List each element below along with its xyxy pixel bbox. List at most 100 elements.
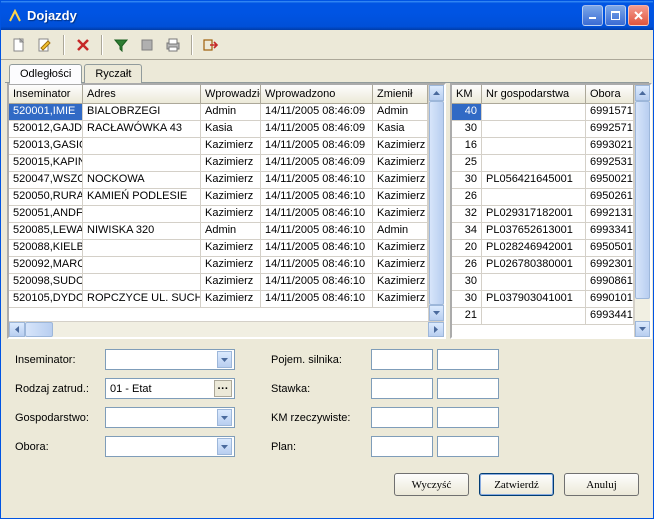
table-cell[interactable]: 6992531: [586, 155, 634, 172]
table-cell[interactable]: 14/11/2005 08:46:10: [261, 223, 373, 240]
input-plan-a[interactable]: [371, 436, 433, 457]
table-cell[interactable]: NIWISKA 320: [83, 223, 201, 240]
table-row[interactable]: 520088,KIELBKazimierz14/11/2005 08:46:10…: [9, 240, 428, 257]
table-row[interactable]: 16 6993021: [452, 138, 634, 155]
table-cell[interactable]: 14/11/2005 08:46:10: [261, 291, 373, 308]
table-cell[interactable]: BIALOBRZEGI: [83, 104, 201, 121]
table-cell[interactable]: [83, 274, 201, 291]
column-header[interactable]: Adres: [83, 85, 201, 103]
table-cell[interactable]: 25: [452, 155, 482, 172]
table-cell[interactable]: PL056421645001: [482, 172, 586, 189]
table-row[interactable]: 520051,ANDFKazimierz14/11/2005 08:46:10K…: [9, 206, 428, 223]
table-cell[interactable]: [83, 257, 201, 274]
table-cell[interactable]: 6992301: [586, 257, 634, 274]
table-cell[interactable]: 21: [452, 308, 482, 325]
table-row[interactable]: 520015,KAPINKazimierz14/11/2005 08:46:09…: [9, 155, 428, 172]
table-cell[interactable]: Kazimierz: [373, 138, 428, 155]
table-cell[interactable]: 520047,WSZO: [9, 172, 83, 189]
table-cell[interactable]: 40: [452, 104, 482, 121]
new-button[interactable]: [7, 33, 31, 57]
table-cell[interactable]: 6992131: [586, 206, 634, 223]
stop-button[interactable]: [135, 33, 159, 57]
table-cell[interactable]: 14/11/2005 08:46:10: [261, 274, 373, 291]
table-row[interactable]: 34PL0376526130016993341: [452, 223, 634, 240]
maximize-button[interactable]: [605, 5, 626, 26]
column-header[interactable]: Nr gospodarstwa: [482, 85, 586, 103]
table-cell[interactable]: 520013,GASIO: [9, 138, 83, 155]
table-row[interactable]: 520012,GAJDRACŁAWÓWKA 43Kasia14/11/2005 …: [9, 121, 428, 138]
table-row[interactable]: 30PL0564216450016950021: [452, 172, 634, 189]
table-cell[interactable]: Admin: [201, 223, 261, 240]
scroll-up-icon[interactable]: [635, 85, 650, 101]
combo-obora[interactable]: [105, 436, 235, 457]
hscrollbar[interactable]: [9, 321, 444, 337]
table-cell[interactable]: 14/11/2005 08:46:09: [261, 104, 373, 121]
table-cell[interactable]: 32: [452, 206, 482, 223]
table-cell[interactable]: 520092,MARC: [9, 257, 83, 274]
table-cell[interactable]: 520085,LEWA: [9, 223, 83, 240]
input-stawka-a[interactable]: [371, 378, 433, 399]
table-row[interactable]: 20PL0282469420016950501: [452, 240, 634, 257]
vscrollbar[interactable]: [634, 85, 650, 337]
tab-ryczalt[interactable]: Ryczałt: [84, 64, 142, 83]
table-cell[interactable]: [482, 104, 586, 121]
table-cell[interactable]: PL028246942001: [482, 240, 586, 257]
table-cell[interactable]: 520105,DYDO: [9, 291, 83, 308]
filter-button[interactable]: [109, 33, 133, 57]
input-pojem-b[interactable]: [437, 349, 499, 370]
table-cell[interactable]: 6993021: [586, 138, 634, 155]
table-cell[interactable]: Admin: [373, 104, 428, 121]
table-cell[interactable]: Kazimierz: [373, 189, 428, 206]
table-cell[interactable]: 34: [452, 223, 482, 240]
input-km-a[interactable]: [371, 407, 433, 428]
table-cell[interactable]: ROPCZYCE UL. SUCH: [83, 291, 201, 308]
table-cell[interactable]: [83, 240, 201, 257]
confirm-button[interactable]: Zatwierdź: [479, 473, 554, 496]
vscrollbar[interactable]: [428, 85, 444, 321]
delete-button[interactable]: [71, 33, 95, 57]
clear-button[interactable]: Wyczyść: [394, 473, 469, 496]
table-cell[interactable]: [83, 138, 201, 155]
table-cell[interactable]: 520051,ANDF: [9, 206, 83, 223]
table-cell[interactable]: 520012,GAJD: [9, 121, 83, 138]
table-cell[interactable]: 520001,IMIE: [9, 104, 83, 121]
table-cell[interactable]: Admin: [201, 104, 261, 121]
grid-left[interactable]: InseminatorAdresWprowadziłWprowadzonoZmi…: [7, 83, 446, 339]
combo-inseminator[interactable]: [105, 349, 235, 370]
print-button[interactable]: [161, 33, 185, 57]
table-cell[interactable]: Kazimierz: [201, 172, 261, 189]
table-cell[interactable]: [482, 121, 586, 138]
table-cell[interactable]: Kazimierz: [373, 291, 428, 308]
column-header[interactable]: Obora: [586, 85, 634, 103]
table-row[interactable]: 406991571: [452, 104, 634, 121]
table-cell[interactable]: Kasia: [201, 121, 261, 138]
close-button[interactable]: [628, 5, 649, 26]
table-row[interactable]: 32PL0293171820016992131: [452, 206, 634, 223]
chevron-down-icon[interactable]: [217, 351, 232, 368]
minimize-button[interactable]: [582, 5, 603, 26]
table-cell[interactable]: [83, 155, 201, 172]
table-cell[interactable]: KAMIEŃ PODLESIE: [83, 189, 201, 206]
table-cell[interactable]: Kazimierz: [373, 274, 428, 291]
table-cell[interactable]: 16: [452, 138, 482, 155]
table-cell[interactable]: 14/11/2005 08:46:09: [261, 138, 373, 155]
table-row[interactable]: 520001,IMIEBIALOBRZEGIAdmin14/11/2005 08…: [9, 104, 428, 121]
scroll-down-icon[interactable]: [635, 321, 650, 337]
table-cell[interactable]: 6990861: [586, 274, 634, 291]
tab-odleglosci[interactable]: Odległości: [9, 64, 82, 84]
table-cell[interactable]: 26: [452, 189, 482, 206]
table-cell[interactable]: Kazimierz: [201, 291, 261, 308]
table-cell[interactable]: 14/11/2005 08:46:10: [261, 172, 373, 189]
table-cell[interactable]: [482, 138, 586, 155]
table-cell[interactable]: Kazimierz: [373, 240, 428, 257]
table-cell[interactable]: 26: [452, 257, 482, 274]
table-row[interactable]: 520050,RURAKAMIEŃ PODLESIEKazimierz14/11…: [9, 189, 428, 206]
table-row[interactable]: 26PL0267803800016992301: [452, 257, 634, 274]
table-row[interactable]: 306992571: [452, 121, 634, 138]
scroll-down-icon[interactable]: [429, 305, 444, 321]
table-cell[interactable]: 6950021: [586, 172, 634, 189]
exit-button[interactable]: [199, 33, 223, 57]
table-cell[interactable]: Admin: [373, 223, 428, 240]
table-cell[interactable]: RACŁAWÓWKA 43: [83, 121, 201, 138]
table-cell[interactable]: PL029317182001: [482, 206, 586, 223]
